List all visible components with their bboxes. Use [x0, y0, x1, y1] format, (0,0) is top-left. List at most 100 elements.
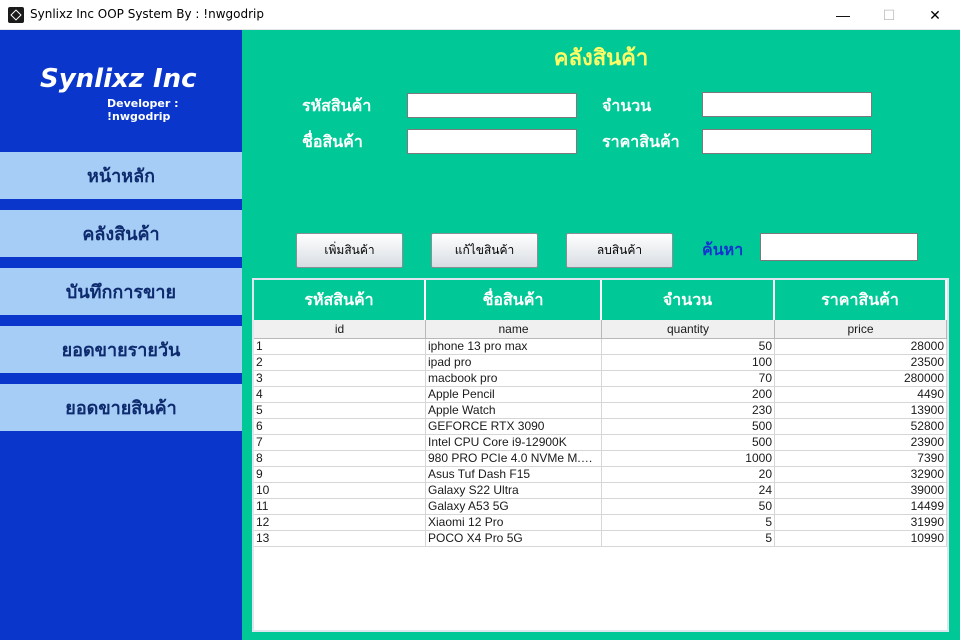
cell-quantity: 1000 [602, 451, 775, 466]
delete-product-button[interactable]: ลบสินค้า [566, 233, 673, 268]
cell-price: 32900 [775, 467, 947, 482]
product-name-input[interactable] [407, 129, 577, 154]
brand-name: Synlixz Inc [40, 64, 197, 94]
table-header-price: ราคาสินค้า [775, 280, 947, 320]
cell-id: 11 [254, 499, 426, 514]
product-name-label: ชื่อสินค้า [302, 132, 363, 151]
table-row[interactable]: 10 Galaxy S22 Ultra 24 39000 [254, 483, 947, 499]
cell-id: 12 [254, 515, 426, 530]
cell-id: 5 [254, 403, 426, 418]
cell-quantity: 20 [602, 467, 775, 482]
table-row[interactable]: 12 Xiaomi 12 Pro 5 31990 [254, 515, 947, 531]
cell-price: 39000 [775, 483, 947, 498]
cell-id: 4 [254, 387, 426, 402]
cell-id: 6 [254, 419, 426, 434]
maximize-button[interactable]: ☐ [866, 0, 912, 30]
cell-name: Apple Pencil [426, 387, 602, 402]
cell-quantity: 24 [602, 483, 775, 498]
cell-price: 23900 [775, 435, 947, 450]
cell-price: 13900 [775, 403, 947, 418]
minimize-button[interactable]: — [820, 0, 866, 30]
cell-quantity: 5 [602, 515, 775, 530]
cell-price: 280000 [775, 371, 947, 386]
table-row[interactable]: 8 980 PRO PCIe 4.0 NVMe M.2 ... 1000 7390 [254, 451, 947, 467]
cell-quantity: 5 [602, 531, 775, 546]
sidebar-item-inventory[interactable]: คลังสินค้า [0, 210, 242, 257]
cell-price: 23500 [775, 355, 947, 370]
table-row[interactable]: 11 Galaxy A53 5G 50 14499 [254, 499, 947, 515]
cell-name: Intel CPU Core i9-12900K [426, 435, 602, 450]
price-label: ราคาสินค้า [602, 132, 680, 151]
cell-name: Xiaomi 12 Pro [426, 515, 602, 530]
table-row[interactable]: 2 ipad pro 100 23500 [254, 355, 947, 371]
table-row[interactable]: 7 Intel CPU Core i9-12900K 500 23900 [254, 435, 947, 451]
cell-id: 3 [254, 371, 426, 386]
cell-id: 7 [254, 435, 426, 450]
cell-name: GEFORCE RTX 3090 [426, 419, 602, 434]
cell-name: POCO X4 Pro 5G [426, 531, 602, 546]
cell-name: Galaxy S22 Ultra [426, 483, 602, 498]
cell-price: 14499 [775, 499, 947, 514]
close-button[interactable]: ✕ [912, 0, 958, 30]
column-header-id[interactable]: id [254, 320, 426, 339]
cell-quantity: 230 [602, 403, 775, 418]
cell-quantity: 500 [602, 435, 775, 450]
table-header-name: ชื่อสินค้า [426, 280, 602, 320]
edit-product-button[interactable]: แก้ไขสินค้า [431, 233, 538, 268]
table-row[interactable]: 4 Apple Pencil 200 4490 [254, 387, 947, 403]
table-header-code: รหัสสินค้า [254, 280, 426, 320]
cell-id: 13 [254, 531, 426, 546]
product-code-label: รหัสสินค้า [302, 96, 372, 115]
search-input[interactable] [760, 233, 918, 261]
cell-price: 10990 [775, 531, 947, 546]
cell-price: 31990 [775, 515, 947, 530]
title-bar: Synlixz Inc OOP System By : !nwgodrip — … [0, 0, 960, 30]
cell-price: 4490 [775, 387, 947, 402]
cell-id: 9 [254, 467, 426, 482]
sidebar-item-product-sales[interactable]: ยอดขายสินค้า [0, 384, 242, 431]
main-panel: คลังสินค้า รหัสสินค้า ชื่อสินค้า จำนวน ร… [242, 30, 960, 640]
column-header-name[interactable]: name [426, 320, 602, 339]
sidebar: Synlixz Inc Developer : !nwgodrip หน้าหล… [0, 30, 242, 640]
price-input[interactable] [702, 129, 872, 154]
sidebar-item-home[interactable]: หน้าหลัก [0, 152, 242, 199]
sidebar-item-daily-sales[interactable]: ยอดขายรายวัน [0, 326, 242, 373]
cell-quantity: 200 [602, 387, 775, 402]
sidebar-item-sales-record[interactable]: บันทึกการขาย [0, 268, 242, 315]
search-label: ค้นหา [702, 240, 744, 259]
add-product-button[interactable]: เพิ่มสินค้า [296, 233, 403, 268]
cell-quantity: 50 [602, 339, 775, 354]
table-row[interactable]: 13 POCO X4 Pro 5G 5 10990 [254, 531, 947, 547]
cell-price: 7390 [775, 451, 947, 466]
column-header-price[interactable]: price [775, 320, 947, 339]
cell-name: Apple Watch [426, 403, 602, 418]
cell-name: Asus Tuf Dash F15 [426, 467, 602, 482]
product-code-input[interactable] [407, 93, 577, 118]
cell-id: 8 [254, 451, 426, 466]
table-row[interactable]: 3 macbook pro 70 280000 [254, 371, 947, 387]
app-icon [8, 7, 24, 23]
cell-name: Galaxy A53 5G [426, 499, 602, 514]
cell-price: 28000 [775, 339, 947, 354]
quantity-label: จำนวน [602, 96, 652, 115]
quantity-input[interactable] [702, 92, 872, 117]
table-row[interactable]: 6 GEFORCE RTX 3090 500 52800 [254, 419, 947, 435]
cell-quantity: 50 [602, 499, 775, 514]
table-header-quantity: จำนวน [602, 280, 775, 320]
product-table[interactable]: รหัสสินค้า ชื่อสินค้า จำนวน ราคาสินค้า i… [252, 278, 949, 632]
cell-quantity: 500 [602, 419, 775, 434]
cell-id: 2 [254, 355, 426, 370]
cell-id: 10 [254, 483, 426, 498]
table-row[interactable]: 5 Apple Watch 230 13900 [254, 403, 947, 419]
page-title: คลังสินค้า [553, 45, 649, 71]
cell-quantity: 100 [602, 355, 775, 370]
cell-price: 52800 [775, 419, 947, 434]
cell-name: 980 PRO PCIe 4.0 NVMe M.2 ... [428, 451, 602, 466]
cell-id: 1 [254, 339, 426, 354]
table-body: 1 iphone 13 pro max 50 28000 2 ipad pro 100 235… [254, 339, 947, 547]
window-title: Synlixz Inc OOP System By : !nwgodrip [30, 7, 264, 21]
column-header-quantity[interactable]: quantity [602, 320, 775, 339]
table-row[interactable]: 1 iphone 13 pro max 50 28000 [254, 339, 947, 355]
table-row[interactable]: 9 Asus Tuf Dash F15 20 32900 [254, 467, 947, 483]
cell-name: macbook pro [426, 371, 602, 386]
